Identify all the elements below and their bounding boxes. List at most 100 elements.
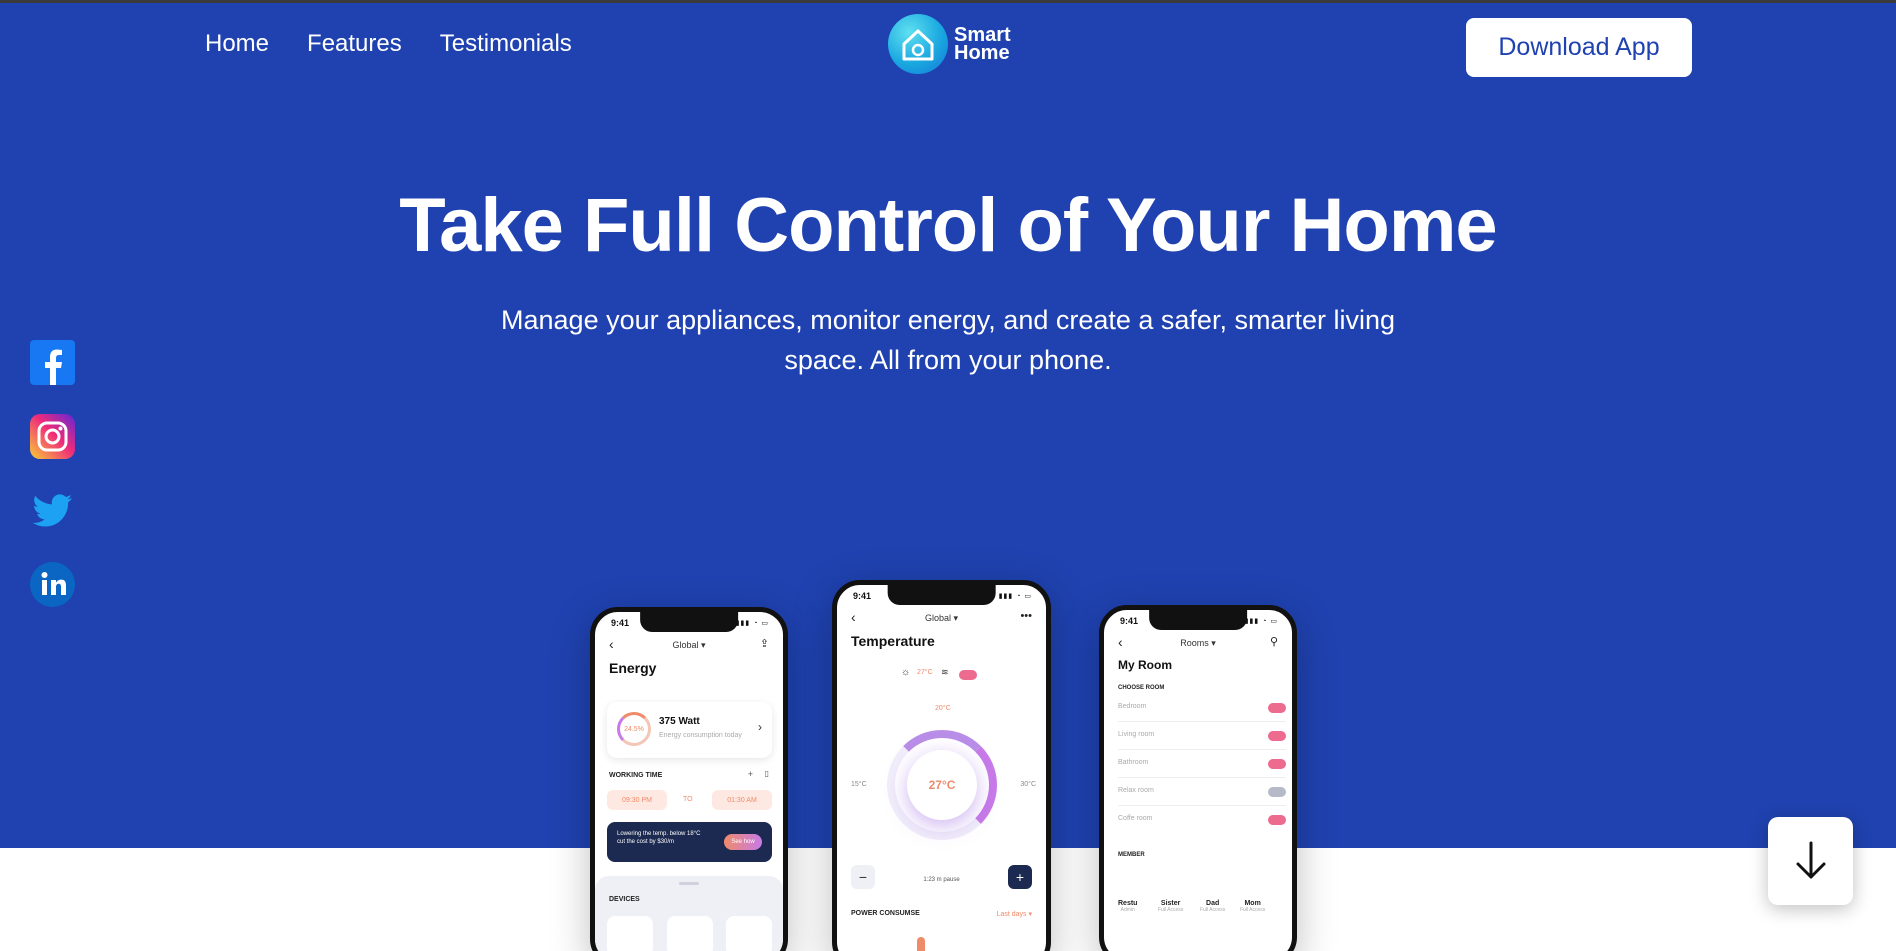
room-row: Living room	[1118, 722, 1286, 750]
status-time: 9:41	[1120, 616, 1139, 626]
device-tile	[667, 916, 713, 951]
working-time-label: WORKING TIME	[609, 772, 663, 779]
trash-icon: ▯	[764, 769, 769, 778]
energy-ring: 24.5%	[617, 712, 651, 746]
screen-title: My Room	[1118, 658, 1172, 672]
member-name: Sister	[1160, 900, 1181, 907]
member-role: Full Access	[1240, 907, 1266, 913]
device-tile	[726, 916, 772, 951]
sun-icon: ☼	[901, 667, 911, 678]
phone-temperature-mockup: 9:41 ▮▮▮ ◔ ▭ ‹ Global ▾ ••• Temperature …	[832, 580, 1051, 951]
energy-card: 24.5% 375 Watt Energy consumption today …	[607, 702, 772, 758]
status-icons: ▮▮▮ ◔ ▭	[1244, 618, 1278, 625]
drag-handle	[679, 882, 699, 885]
member-item: Dad Full Access	[1200, 900, 1225, 913]
time-to-label: TO	[683, 796, 693, 803]
dial-top-label: 20°C	[935, 705, 951, 712]
mode-temp: 27°C	[917, 669, 933, 676]
choose-room-label: CHOOSE ROOM	[1118, 685, 1165, 691]
room-row: Bedroom	[1118, 694, 1286, 722]
hero-title: Take Full Control of Your Home	[399, 183, 1497, 268]
hero-subtitle: Manage your appliances, monitor energy, …	[501, 305, 1395, 375]
member-name: Dad	[1206, 900, 1220, 907]
member-role: Full Access	[1158, 907, 1184, 913]
logo-text: Smart Home	[954, 25, 1011, 64]
house-logo-icon	[888, 14, 948, 74]
nav-testimonials[interactable]: Testimonials	[440, 30, 572, 58]
room-row: Coffe room	[1118, 806, 1286, 834]
promo-text: Lowering the temp. below 18°C cut the co…	[617, 831, 701, 845]
promo-banner: Lowering the temp. below 18°C cut the co…	[607, 822, 772, 862]
room-toggle	[1268, 787, 1286, 797]
screen-title: Temperature	[851, 633, 935, 649]
room-row: Bathroom	[1118, 750, 1286, 778]
last-days-label: Last days ▾	[996, 911, 1032, 918]
member-item: Restu Admin	[1118, 900, 1137, 913]
room-name: Bathroom	[1118, 759, 1149, 766]
member-label: MEMBER	[1118, 852, 1145, 858]
screen-header: Global ▾	[924, 613, 959, 623]
room-name: Coffe room	[1118, 815, 1153, 822]
phone-notch	[887, 585, 996, 605]
phone-energy-mockup: 9:41 ▮▮▮ ◔ ▭ ‹ Global ▾ ⇪ Energy 24.5% 3…	[590, 607, 788, 951]
room-toggle	[1268, 759, 1286, 769]
share-icon: ⇪	[759, 638, 769, 650]
room-toggle	[1268, 815, 1286, 825]
watt-caption: Energy consumption today	[659, 732, 742, 739]
add-icon: +	[747, 769, 753, 779]
phone-notch	[640, 612, 738, 632]
status-icons: ▮▮▮ ◔ ▭	[998, 593, 1032, 600]
search-icon: ⚲	[1269, 636, 1278, 648]
status-icons: ▮▮▮ ◔ ▭	[735, 620, 769, 627]
main-nav: Home Features Testimonials	[205, 30, 572, 58]
last-days-text: Last days	[996, 911, 1027, 918]
wind-icon: ≋	[941, 667, 949, 677]
dial-left-label: 15°C	[851, 781, 867, 788]
screen-header: Global ▾	[672, 640, 706, 650]
chevron-right-icon: ›	[758, 720, 762, 734]
linkedin-icon[interactable]	[30, 562, 75, 607]
member-name: Restu	[1118, 900, 1138, 907]
nav-features[interactable]: Features	[307, 30, 402, 58]
download-app-button[interactable]: Download App	[1466, 18, 1692, 77]
status-time: 9:41	[853, 591, 872, 601]
devices-panel: DEVICES	[595, 876, 783, 951]
phone-rooms-mockup: 9:41 ▮▮▮ ◔ ▭ ‹ Rooms ▾ ⚲ My Room CHOOSE …	[1099, 605, 1297, 951]
room-toggle	[1268, 703, 1286, 713]
promo-button: See how	[724, 834, 762, 850]
room-toggle	[1268, 731, 1286, 741]
status-time: 9:41	[611, 618, 630, 628]
devices-label: DEVICES	[609, 896, 640, 903]
pause-label: 1:23 m pause	[923, 877, 960, 883]
power-bar	[917, 937, 925, 951]
dial-right-label: 30°C	[1020, 781, 1036, 788]
logo-line-2: Home	[954, 42, 1010, 64]
more-icon: •••	[1020, 610, 1032, 622]
mode-toggle	[959, 670, 977, 680]
member-item: Sister Full Access	[1158, 900, 1183, 913]
scroll-down-button[interactable]	[1768, 817, 1853, 905]
screen-header: Rooms ▾	[1180, 638, 1216, 648]
member-role: Admin	[1120, 907, 1135, 913]
nav-home[interactable]: Home	[205, 30, 269, 58]
room-name: Relax room	[1118, 787, 1154, 794]
member-role: Full Access	[1200, 907, 1226, 913]
arrow-down-icon	[1796, 841, 1825, 879]
room-row: Relax room	[1118, 778, 1286, 806]
time-from: 09:30 PM	[607, 790, 667, 810]
member-name: Mom	[1244, 900, 1261, 907]
screen-title: Energy	[609, 660, 657, 676]
room-name: Bedroom	[1118, 703, 1147, 710]
header-label: Global	[924, 613, 951, 623]
room-name: Living room	[1118, 731, 1155, 738]
instagram-icon[interactable]	[30, 414, 75, 459]
header-label: Global	[672, 640, 699, 650]
time-to: 01:30 AM	[712, 790, 772, 810]
header-label: Rooms	[1180, 638, 1209, 648]
watt-value: 375 Watt	[659, 716, 700, 727]
facebook-icon[interactable]	[30, 340, 75, 385]
logo[interactable]: Smart Home	[888, 14, 1011, 74]
power-label: POWER CONSUMSE	[851, 910, 920, 917]
phone-notch	[1149, 610, 1247, 630]
twitter-icon[interactable]	[30, 488, 75, 533]
